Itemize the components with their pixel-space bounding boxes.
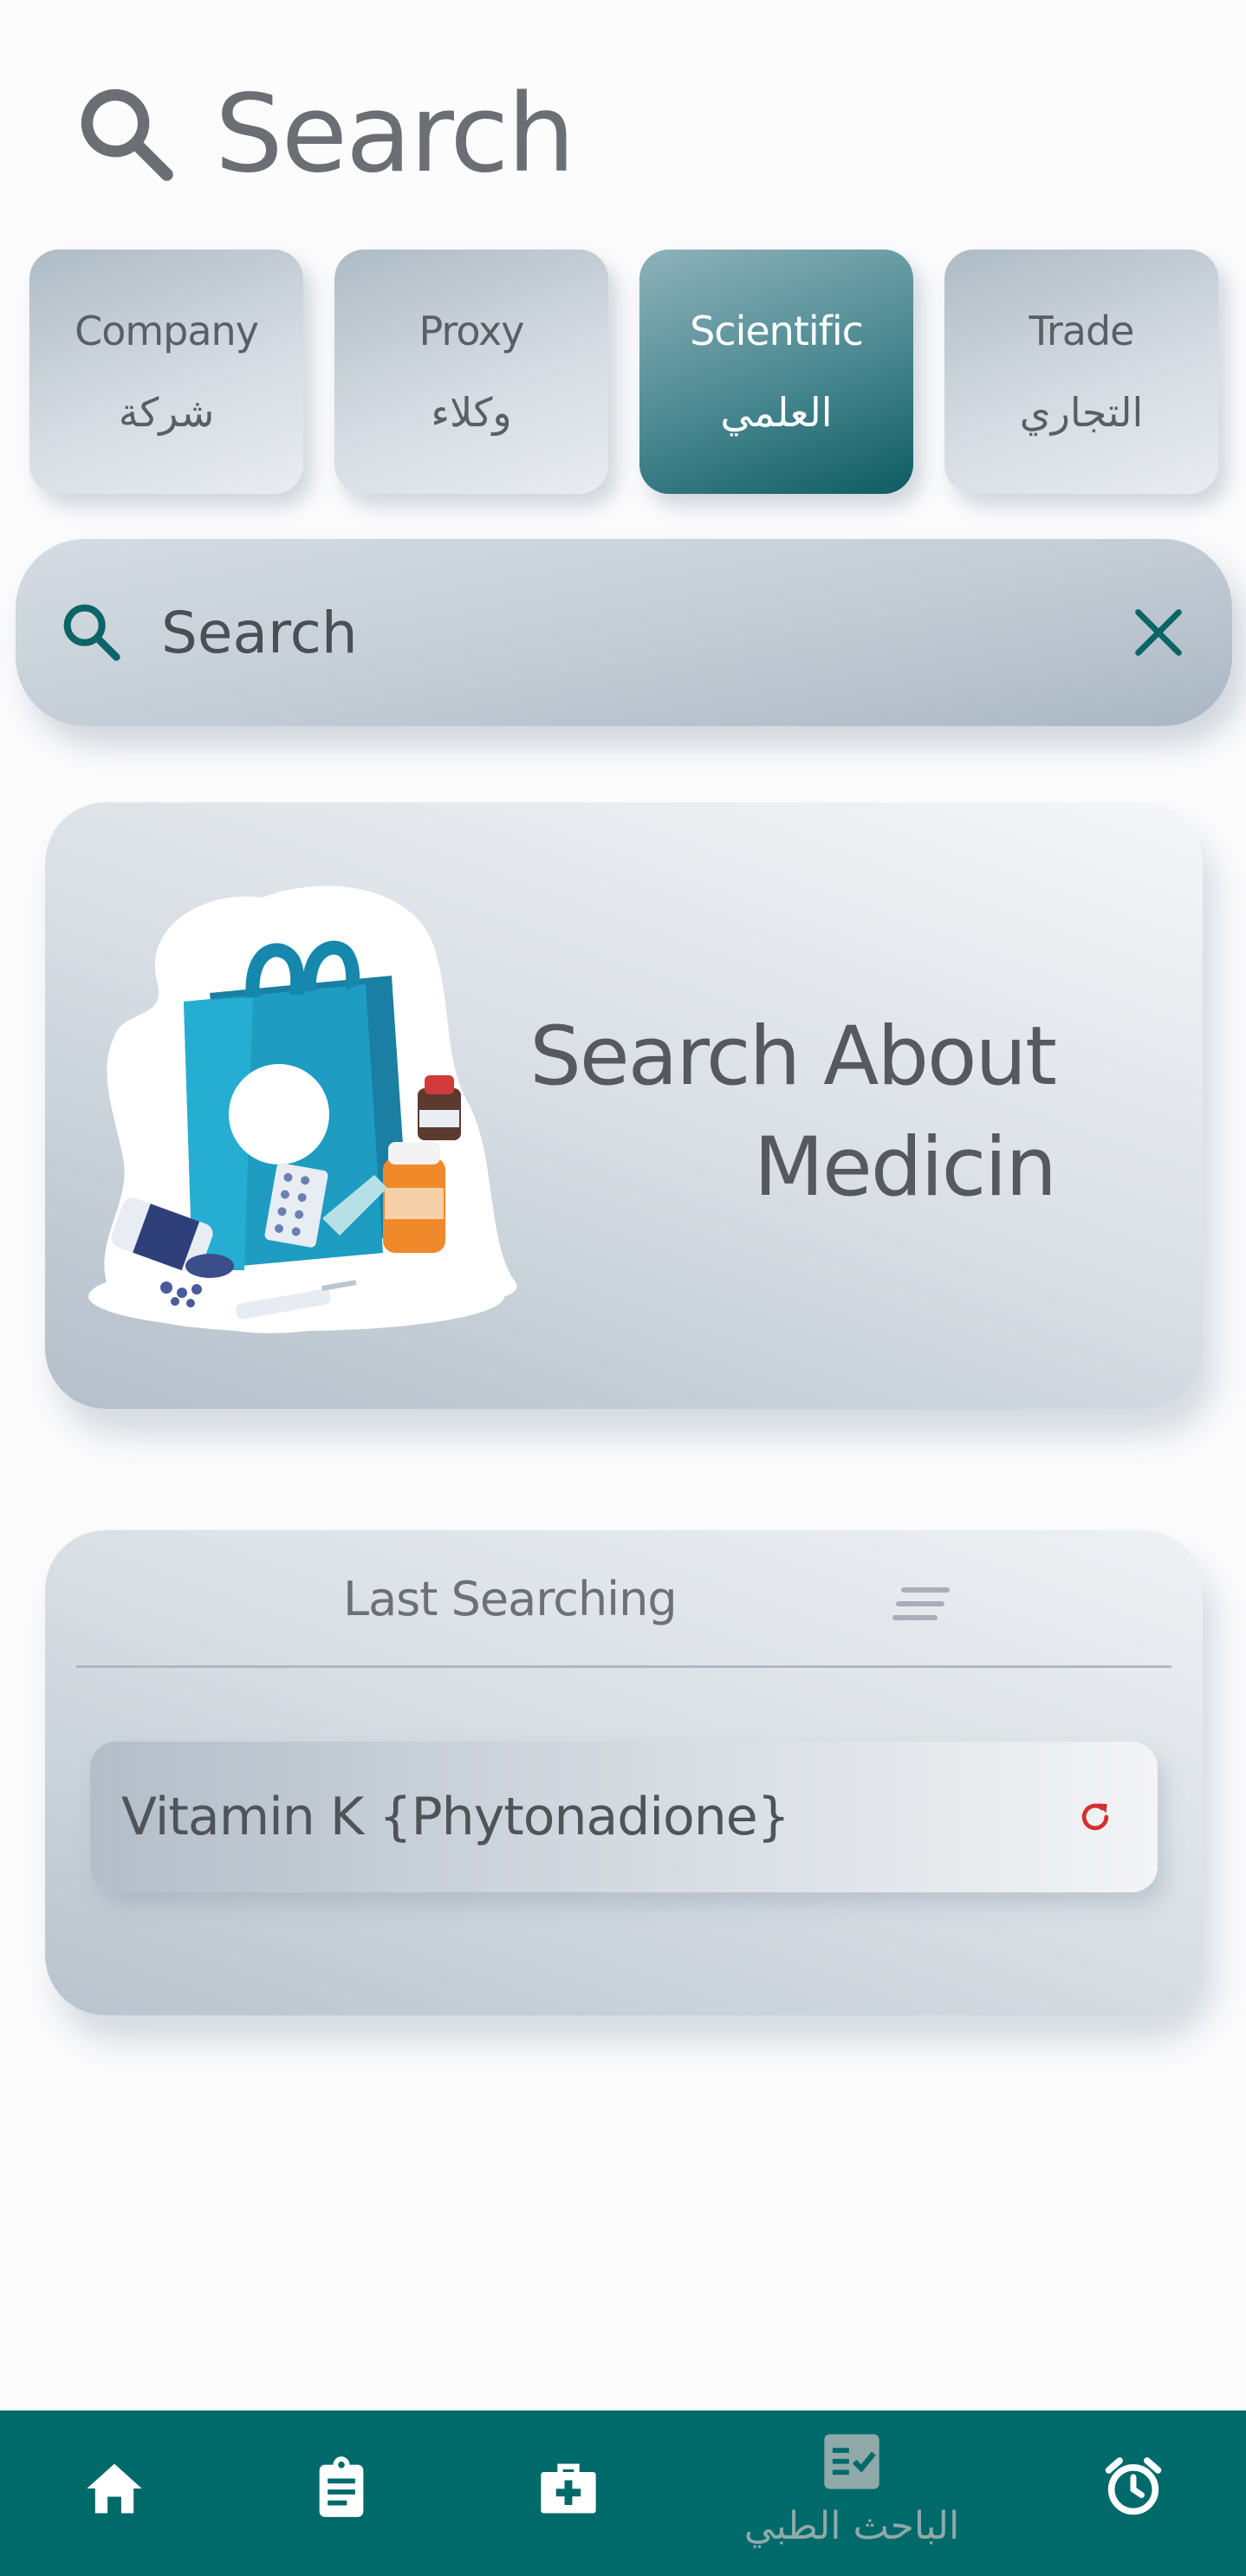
nav-home[interactable] [81,2456,147,2525]
tab-label-en: Proxy [419,308,524,354]
clipboard-icon [319,2456,364,2517]
search-icon [63,604,120,661]
category-tabs: Company شركة Proxy وكلاء Scientific العل… [29,250,1218,494]
close-icon[interactable] [1128,602,1189,663]
medicine-bag-illustration [88,886,517,1333]
nav-medical[interactable] [535,2456,601,2525]
tab-label-en: Trade [1029,308,1135,354]
nav-orders[interactable] [308,2454,374,2523]
banner-heading: Search About Medicin [529,1002,1057,1223]
tab-trade[interactable]: Trade التجاري [944,250,1218,494]
page-title: Search [215,72,575,197]
tab-label-en: Company [75,308,259,354]
tab-company[interactable]: Company شركة [29,250,303,494]
tab-proxy[interactable]: Proxy وكلاء [334,250,608,494]
medical-kit-icon [541,2463,596,2514]
recent-search-name: Vitamin K {Phytonadione} [121,1787,790,1847]
recent-searches-title: Last Searching [343,1572,678,1626]
banner-line-2: Medicin [753,1120,1057,1215]
recent-searches-header: Last Searching [45,1530,1203,1669]
search-input[interactable] [161,589,1128,676]
search-banner: Search About Medicin [45,802,1203,1409]
tab-label-ar: التجاري [1019,389,1144,436]
list-item[interactable]: Vitamin K {Phytonadione} [90,1742,1158,1892]
tab-label-ar: العلمي [720,389,833,436]
home-icon [87,2463,142,2514]
divider [76,1665,1171,1668]
checklist-icon [824,2434,879,2489]
bottom-navigation: الباحث الطبي [0,2411,1246,2576]
recent-searches-card: Last Searching Vitamin K {Phytonadione} [45,1530,1203,2015]
page-header: Search [73,69,575,199]
search-bar [16,539,1232,726]
tab-label-ar: وكلاء [431,389,512,436]
tab-label-en: Scientific [690,308,864,354]
tab-scientific[interactable]: Scientific العلمي [639,250,913,494]
nav-reminders[interactable] [1100,2454,1166,2523]
banner-line-1: Search About [529,1009,1057,1104]
tab-label-ar: شركة [118,389,215,436]
search-icon [81,88,173,181]
nav-active-label: الباحث الطبي [743,2504,960,2548]
reload-icon[interactable] [1076,1798,1114,1836]
alarm-clock-icon [1105,2457,1162,2515]
nav-medical-researcher[interactable]: الباحث الطبي [743,2431,960,2548]
sort-icon[interactable] [892,1582,953,1625]
